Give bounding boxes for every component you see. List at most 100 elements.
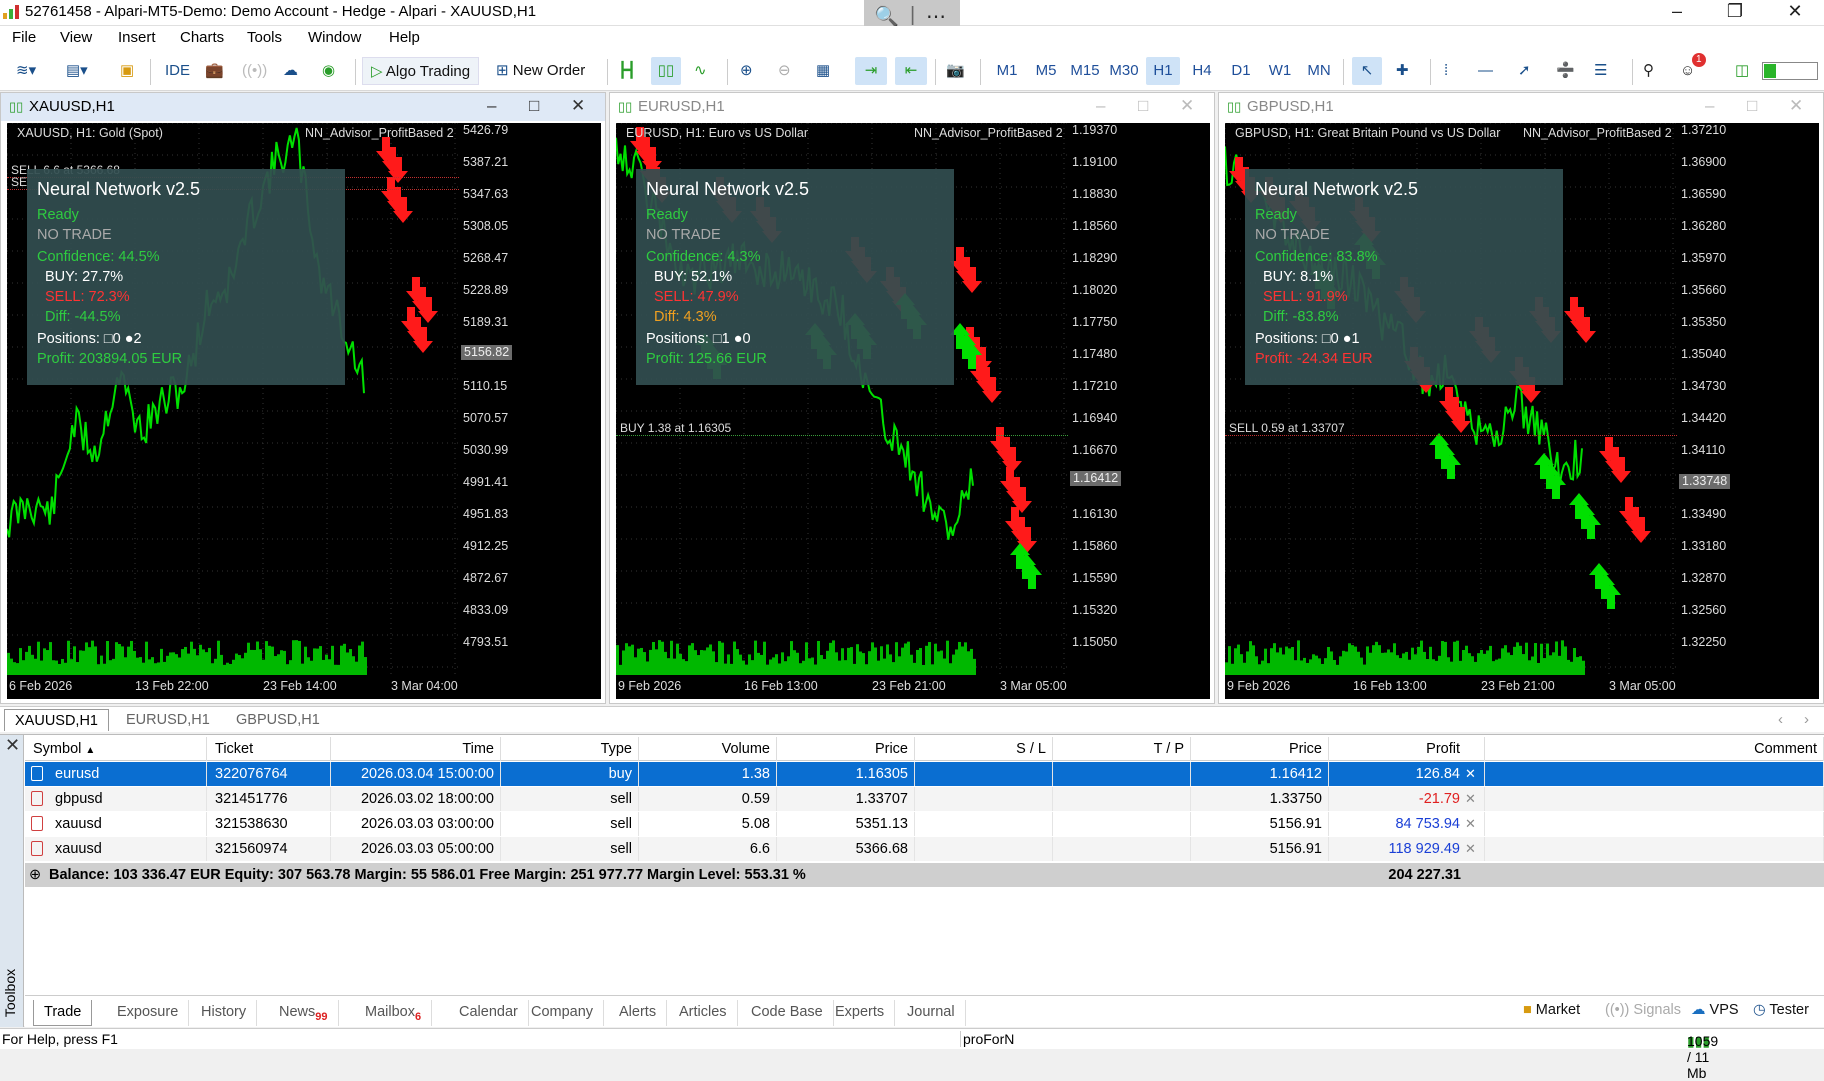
price-axis[interactable]: 1.37210 1.36900 1.36590 1.36280 1.35970 1.356… xyxy=(1677,123,1819,699)
minimize-button[interactable]: – xyxy=(1648,0,1706,26)
chart-shift-icon[interactable]: ⇤ xyxy=(895,57,927,85)
tf-h1[interactable]: H1 xyxy=(1146,57,1180,85)
fibonacci-icon[interactable]: ☰ xyxy=(1594,57,1607,85)
tab-scroll-left-icon[interactable]: ‹ xyxy=(1778,711,1783,728)
toolbox-tab-news[interactable]: News99 xyxy=(269,1000,339,1026)
line-chart-icon[interactable]: ≋▾ xyxy=(16,57,36,85)
screenshot-icon[interactable]: 📷 xyxy=(946,57,965,85)
chart-minimize-button[interactable]: – xyxy=(487,96,496,116)
col-price[interactable]: Price xyxy=(777,737,915,761)
toolbox-tester-button[interactable]: ◷ Tester xyxy=(1753,1002,1809,1018)
tf-d1[interactable]: D1 xyxy=(1224,57,1258,85)
line-icon[interactable]: ∿ xyxy=(694,57,707,85)
time-axis[interactable]: 9 Feb 2026 16 Feb 13:00 23 Feb 21:00 3 Mar … xyxy=(616,675,1210,699)
new-order-button[interactable]: ⊞ New Order xyxy=(496,57,585,85)
bar-chart-icon[interactable]: ┣┫ xyxy=(618,57,636,85)
table-row[interactable]: xauusd 321560974 2026.03.03 05:00:00 sell 6.… xyxy=(25,837,1824,861)
col-current-price[interactable]: Price xyxy=(1191,737,1329,761)
candlestick-icon[interactable]: ▯▯ xyxy=(651,57,681,85)
chart-maximize-button[interactable]: □ xyxy=(529,96,539,116)
close-position-icon[interactable]: ✕ xyxy=(1465,837,1476,861)
col-type[interactable]: Type xyxy=(501,737,639,761)
chart-maximize-button[interactable]: □ xyxy=(1138,96,1148,116)
col-symbol[interactable]: Symbol ▲ xyxy=(25,737,207,761)
toolbox-signals-button[interactable]: ((•)) Signals xyxy=(1605,1002,1681,1018)
tf-m5[interactable]: M5 xyxy=(1029,57,1063,85)
chart-window-gbpusd[interactable]: ▯▯ GBPUSD,H1 – □ ✕ GBPUSD, H1: Great Bri… xyxy=(1218,92,1824,704)
chart-window-xauusd[interactable]: ▯▯ XAUUSD,H1 – □ ✕ XAUUSD, H1: Gold (Spo… xyxy=(0,92,606,704)
chart-minimize-button[interactable]: – xyxy=(1096,96,1105,116)
col-comment[interactable]: Comment xyxy=(1485,737,1824,761)
toolbox-tab-history[interactable]: History xyxy=(191,1000,258,1026)
menu-charts[interactable]: Charts xyxy=(180,29,224,46)
restore-button[interactable]: ❐ xyxy=(1706,0,1764,26)
table-row[interactable]: xauusd 321538630 2026.03.03 03:00:00 sell 5.… xyxy=(25,812,1824,836)
vertical-line-icon[interactable]: ⁞ xyxy=(1444,57,1448,85)
col-profit[interactable]: Profit xyxy=(1329,737,1485,761)
chart-close-button[interactable]: ✕ xyxy=(1180,96,1194,116)
close-position-icon[interactable]: ✕ xyxy=(1465,762,1476,786)
cursor-icon[interactable]: ↖ xyxy=(1352,57,1382,85)
col-time[interactable]: Time xyxy=(331,737,501,761)
algo-trading-button[interactable]: ▷ Algo Trading xyxy=(362,57,480,85)
dollar-icon[interactable]: ▣ xyxy=(120,57,134,85)
expert-advisor-label[interactable]: NN_Advisor_ProfitBased 2 xyxy=(1523,126,1672,140)
chart-close-button[interactable]: ✕ xyxy=(1789,96,1803,116)
expand-icon[interactable]: ⊕ xyxy=(29,863,41,887)
ide-button[interactable]: IDE xyxy=(165,57,190,85)
col-tp[interactable]: T / P xyxy=(1053,737,1191,761)
chart-plot-area[interactable]: EURUSD, H1: Euro vs US Dollar NN_Advisor_… xyxy=(616,123,1068,675)
crosshair-icon[interactable]: ✚ xyxy=(1396,57,1409,85)
toolbox-tab-trade[interactable]: Trade xyxy=(33,1000,93,1026)
toolbox-tab-alerts[interactable]: Alerts xyxy=(609,1000,668,1026)
toolbox-tab-calendar[interactable]: Calendar xyxy=(449,1000,529,1026)
menu-tools[interactable]: Tools xyxy=(247,29,282,46)
table-row[interactable]: eurusd 322076764 2026.03.04 15:00:00 buy 1.3… xyxy=(25,762,1824,786)
tf-m15[interactable]: M15 xyxy=(1068,57,1102,85)
tab-scroll-right-icon[interactable]: › xyxy=(1804,711,1809,728)
chart-maximize-button[interactable]: □ xyxy=(1747,96,1757,116)
toolbox-tab-exposure[interactable]: Exposure xyxy=(107,1000,190,1026)
chart-tab-eurusd[interactable]: EURUSD,H1 xyxy=(116,709,220,731)
tf-m30[interactable]: M30 xyxy=(1107,57,1141,85)
autoscroll-icon[interactable]: ⇥ xyxy=(855,57,887,85)
chart-template-icon[interactable]: ▤▾ xyxy=(66,57,88,85)
chart-minimize-button[interactable]: – xyxy=(1705,96,1714,116)
notifications-icon[interactable]: ☺ 1 xyxy=(1680,53,1706,85)
expert-advisor-label[interactable]: NN_Advisor_ProfitBased 2 xyxy=(305,126,454,140)
horizontal-line-icon[interactable]: — xyxy=(1478,57,1493,85)
tile-windows-icon[interactable]: ▦ xyxy=(816,57,830,85)
toolbox-tab-experts[interactable]: Experts xyxy=(825,1000,896,1026)
trade-level-label[interactable]: SE xyxy=(11,175,27,189)
chart-tab-xauusd[interactable]: XAUUSD,H1 xyxy=(4,709,109,731)
time-axis[interactable]: 6 Feb 2026 13 Feb 22:00 23 Feb 14:00 3 Mar … xyxy=(7,675,601,699)
menu-file[interactable]: File xyxy=(12,29,36,46)
chart-close-button[interactable]: ✕ xyxy=(571,96,585,116)
col-ticket[interactable]: Ticket xyxy=(207,737,331,761)
toolbox-tab-code-base[interactable]: Code Base xyxy=(741,1000,834,1026)
chart-plot-area[interactable]: XAUUSD, H1: Gold (Spot) NN_Advisor_Profit… xyxy=(7,123,459,675)
trade-level-label[interactable]: SELL 0.59 at 1.33707 xyxy=(1229,421,1345,435)
close-button[interactable]: ✕ xyxy=(1766,0,1824,26)
tf-h4[interactable]: H4 xyxy=(1185,57,1219,85)
menu-view[interactable]: View xyxy=(60,29,92,46)
toolbox-tab-company[interactable]: Company xyxy=(521,1000,605,1026)
toolbox-market-button[interactable]: ■ Market xyxy=(1523,1002,1580,1018)
cloud-icon[interactable]: ☁ xyxy=(283,57,298,85)
signals-icon[interactable]: ((•)) xyxy=(242,57,267,85)
time-axis[interactable]: 9 Feb 2026 16 Feb 13:00 23 Feb 21:00 3 Mar … xyxy=(1225,675,1819,699)
tf-w1[interactable]: W1 xyxy=(1263,57,1297,85)
toolbox-tab-journal[interactable]: Journal xyxy=(897,1000,966,1026)
trade-level-label[interactable]: BUY 1.38 at 1.16305 xyxy=(620,421,731,435)
channel-icon[interactable]: ➗ xyxy=(1556,57,1575,85)
col-sl[interactable]: S / L xyxy=(915,737,1053,761)
close-position-icon[interactable]: ✕ xyxy=(1465,787,1476,811)
price-axis[interactable]: 1.19370 1.19100 1.18830 1.18560 1.18290 1.180… xyxy=(1068,123,1210,699)
toolbox-vps-button[interactable]: ☁ VPS xyxy=(1691,1002,1739,1018)
zoom-in-icon[interactable]: ⊕ xyxy=(740,57,753,85)
expert-advisor-label[interactable]: NN_Advisor_ProfitBased 2 xyxy=(914,126,1063,140)
tf-mn[interactable]: MN xyxy=(1302,57,1336,85)
tf-m1[interactable]: M1 xyxy=(990,57,1024,85)
market-bag-icon[interactable]: 💼 xyxy=(205,57,224,85)
col-volume[interactable]: Volume xyxy=(639,737,777,761)
